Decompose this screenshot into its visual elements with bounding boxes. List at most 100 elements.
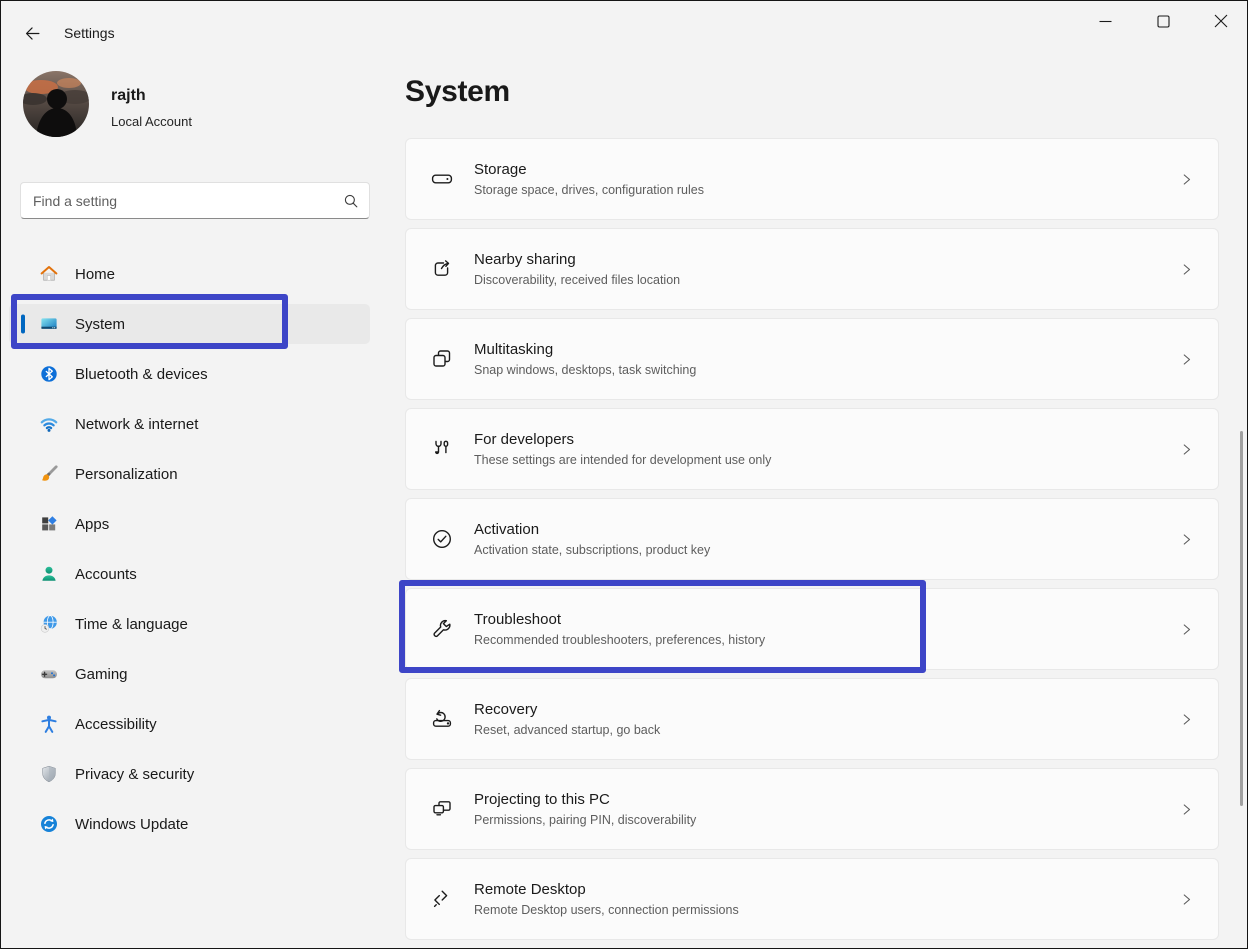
sidebar-item-label: Gaming — [75, 666, 128, 683]
sidebar-item-personalization[interactable]: Personalization — [9, 454, 370, 494]
accounts-icon — [39, 564, 59, 584]
sidebar-item-accounts[interactable]: Accounts — [9, 554, 370, 594]
close-button[interactable] — [1192, 1, 1248, 41]
card-title: Troubleshoot — [474, 611, 765, 628]
apps-icon — [39, 514, 59, 534]
card-title: Remote Desktop — [474, 881, 739, 898]
sidebar-item-apps[interactable]: Apps — [9, 504, 370, 544]
close-icon — [1214, 14, 1228, 28]
sidebar-item-accessibility[interactable]: Accessibility — [9, 704, 370, 744]
recovery-icon — [430, 707, 454, 731]
multitasking-icon — [430, 347, 454, 371]
chevron-right-icon — [1179, 442, 1194, 457]
sidebar-item-label: Accessibility — [75, 716, 157, 733]
card-subtitle: Snap windows, desktops, task switching — [474, 363, 696, 377]
card-subtitle: Permissions, pairing PIN, discoverabilit… — [474, 813, 696, 827]
developers-icon — [430, 437, 454, 461]
card-recovery[interactable]: Recovery Reset, advanced startup, go bac… — [405, 678, 1219, 760]
card-subtitle: Storage space, drives, configuration rul… — [474, 183, 704, 197]
search-icon — [343, 193, 359, 209]
home-icon — [39, 264, 59, 284]
sidebar-item-label: Windows Update — [75, 816, 188, 833]
card-title: Nearby sharing — [474, 251, 680, 268]
settings-card-list: Storage Storage space, drives, configura… — [405, 138, 1219, 949]
scrollbar-thumb[interactable] — [1240, 431, 1243, 806]
card-nearby-sharing[interactable]: Nearby sharing Discoverability, received… — [405, 228, 1219, 310]
card-title: Recovery — [474, 701, 660, 718]
sidebar-item-gaming[interactable]: Gaming — [9, 654, 370, 694]
storage-icon — [430, 167, 454, 191]
search-box — [20, 182, 370, 219]
activation-icon — [430, 527, 454, 551]
card-troubleshoot[interactable]: Troubleshoot Recommended troubleshooters… — [405, 588, 1219, 670]
card-subtitle: Reset, advanced startup, go back — [474, 723, 660, 737]
bluetooth-icon — [39, 364, 59, 384]
accessibility-icon — [39, 714, 59, 734]
card-subtitle: These settings are intended for developm… — [474, 453, 771, 467]
sidebar-item-home[interactable]: Home — [9, 254, 370, 294]
window-controls — [1076, 1, 1248, 41]
privacy-icon — [39, 764, 59, 784]
sidebar-item-network-internet[interactable]: Network & internet — [9, 404, 370, 444]
card-storage[interactable]: Storage Storage space, drives, configura… — [405, 138, 1219, 220]
card-title: Activation — [474, 521, 710, 538]
maximize-button[interactable] — [1134, 1, 1192, 41]
window-title: Settings — [64, 25, 115, 41]
sidebar-item-label: Time & language — [75, 616, 188, 633]
avatar — [23, 71, 89, 137]
troubleshoot-icon — [430, 617, 454, 641]
gaming-icon — [39, 664, 59, 684]
sidebar-item-label: System — [75, 316, 125, 333]
card-activation[interactable]: Activation Activation state, subscriptio… — [405, 498, 1219, 580]
sidebar-item-bluetooth-devices[interactable]: Bluetooth & devices — [9, 354, 370, 394]
card-remote-desktop[interactable]: Remote Desktop Remote Desktop users, con… — [405, 858, 1219, 940]
chevron-right-icon — [1179, 172, 1194, 187]
sidebar-item-label: Personalization — [75, 466, 178, 483]
chevron-right-icon — [1179, 892, 1194, 907]
network-icon — [39, 414, 59, 434]
sidebar-item-label: Accounts — [75, 566, 137, 583]
time-language-icon — [39, 614, 59, 634]
card-subtitle: Remote Desktop users, connection permiss… — [474, 903, 739, 917]
search-input[interactable] — [33, 193, 343, 209]
back-button[interactable] — [17, 18, 47, 48]
chevron-right-icon — [1179, 622, 1194, 637]
nearby-sharing-icon — [430, 257, 454, 281]
sidebar-item-time-language[interactable]: Time & language — [9, 604, 370, 644]
sidebar-item-label: Privacy & security — [75, 766, 194, 783]
chevron-right-icon — [1179, 262, 1194, 277]
card-multitasking[interactable]: Multitasking Snap windows, desktops, tas… — [405, 318, 1219, 400]
card-title: For developers — [474, 431, 771, 448]
minimize-button[interactable] — [1076, 1, 1134, 41]
chevron-right-icon — [1179, 712, 1194, 727]
card-subtitle: Activation state, subscriptions, product… — [474, 543, 710, 557]
card-projecting-to-this-pc[interactable]: Projecting to this PC Permissions, pairi… — [405, 768, 1219, 850]
card-title: Multitasking — [474, 341, 696, 358]
system-icon — [39, 314, 59, 334]
sidebar-item-label: Bluetooth & devices — [75, 366, 208, 383]
chevron-right-icon — [1179, 802, 1194, 817]
card-subtitle: Discoverability, received files location — [474, 273, 680, 287]
page-title: System — [405, 75, 510, 109]
projecting-icon — [430, 797, 454, 821]
sidebar-item-system[interactable]: System — [9, 304, 370, 344]
card-subtitle: Recommended troubleshooters, preferences… — [474, 633, 765, 647]
user-account-type: Local Account — [111, 114, 192, 129]
card-title: Projecting to this PC — [474, 791, 696, 808]
chevron-right-icon — [1179, 532, 1194, 547]
user-name: rajth — [111, 87, 146, 105]
sidebar-nav: Home System — [9, 254, 370, 854]
sidebar-item-windows-update[interactable]: Windows Update — [9, 804, 370, 844]
personalization-icon — [39, 464, 59, 484]
card-for-developers[interactable]: For developers These settings are intend… — [405, 408, 1219, 490]
sidebar-item-label: Apps — [75, 516, 109, 533]
back-arrow-icon — [24, 25, 41, 42]
remote-desktop-icon — [430, 887, 454, 911]
sidebar-item-label: Network & internet — [75, 416, 198, 433]
settings-window: Settings — [0, 0, 1248, 949]
sidebar-item-privacy-security[interactable]: Privacy & security — [9, 754, 370, 794]
card-title: Storage — [474, 161, 704, 178]
minimize-icon — [1099, 15, 1112, 28]
maximize-icon — [1157, 15, 1170, 28]
windows-update-icon — [39, 814, 59, 834]
